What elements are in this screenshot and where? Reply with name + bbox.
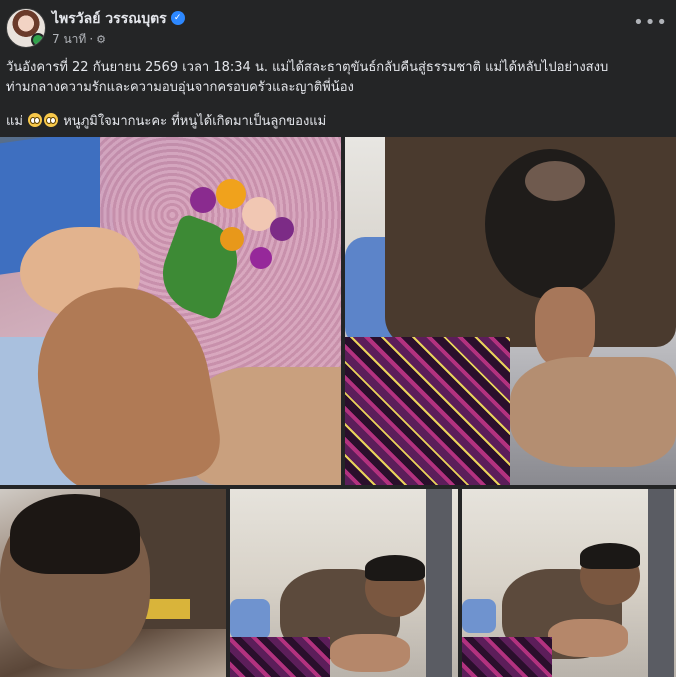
photo-detail <box>525 161 585 201</box>
post-timestamp[interactable]: 7 นาที <box>52 32 86 46</box>
photo-detail <box>230 637 330 677</box>
photo-detail <box>548 619 628 657</box>
photo-detail <box>250 247 272 269</box>
photo-detail <box>10 494 140 574</box>
photo-4-man-at-bedside[interactable] <box>230 489 458 677</box>
post-header: ไพรวัลย์ วรรณบุตร ✓ 7 นาที · ⚙ ••• <box>0 0 676 52</box>
post-text-line-2: ท่ามกลางความรักและความอบอุ่นจากครอบครัวแ… <box>6 80 354 95</box>
photo-detail <box>345 337 510 485</box>
post-text-line-3: แม่ หนูภูมิใจมากนะคะ ที่หนูได้เกิดมาเป็น… <box>6 112 670 132</box>
photo-detail <box>365 555 425 581</box>
post-text: วันอังคารที่ 22 กันยายน 2569 เวลา 18:34 … <box>6 58 670 132</box>
author-avatar[interactable] <box>6 8 46 48</box>
photo-detail <box>426 489 452 677</box>
post-text-line-1: วันอังคารที่ 22 กันยายน 2569 เวลา 18:34 … <box>6 60 609 75</box>
photo-detail <box>190 187 216 213</box>
online-status-dot <box>31 33 45 47</box>
photo-detail <box>462 599 496 633</box>
photo-detail <box>648 489 674 677</box>
photo-detail <box>220 227 244 251</box>
photo-detail <box>180 167 310 287</box>
photo-detail <box>216 179 246 209</box>
meta-separator: · <box>89 32 94 46</box>
photo-grid <box>0 137 676 677</box>
pleading-face-emoji-icon <box>28 113 43 127</box>
text-line3-prefix: แม่ <box>6 114 23 129</box>
photo-detail <box>535 287 595 367</box>
photo-2-man-bowing[interactable] <box>345 137 676 485</box>
photo-5-man-at-bedside[interactable] <box>462 489 676 677</box>
pleading-face-emoji-icon <box>44 113 59 127</box>
photo-detail <box>462 637 552 677</box>
privacy-gear-icon[interactable]: ⚙ <box>96 33 106 46</box>
photo-detail <box>230 599 270 639</box>
text-line3-suffix: หนูภูมิใจมากนะคะ ที่หนูได้เกิดมาเป็นลูกข… <box>63 114 327 129</box>
photo-detail <box>330 634 410 672</box>
author-name[interactable]: ไพรวัลย์ วรรณบุตร <box>52 11 167 27</box>
photo-detail <box>510 357 676 467</box>
photo-1-hands-with-flowers[interactable] <box>0 137 341 485</box>
photo-detail <box>270 217 294 241</box>
more-options-icon[interactable]: ••• <box>633 14 668 32</box>
post-meta: 7 นาที · ⚙ <box>52 30 106 49</box>
verified-badge-icon: ✓ <box>170 11 185 25</box>
author-name-row: ไพรวัลย์ วรรณบุตร ✓ <box>52 8 185 30</box>
photo-3-man-closeup[interactable] <box>0 489 226 677</box>
photo-detail <box>580 543 640 569</box>
